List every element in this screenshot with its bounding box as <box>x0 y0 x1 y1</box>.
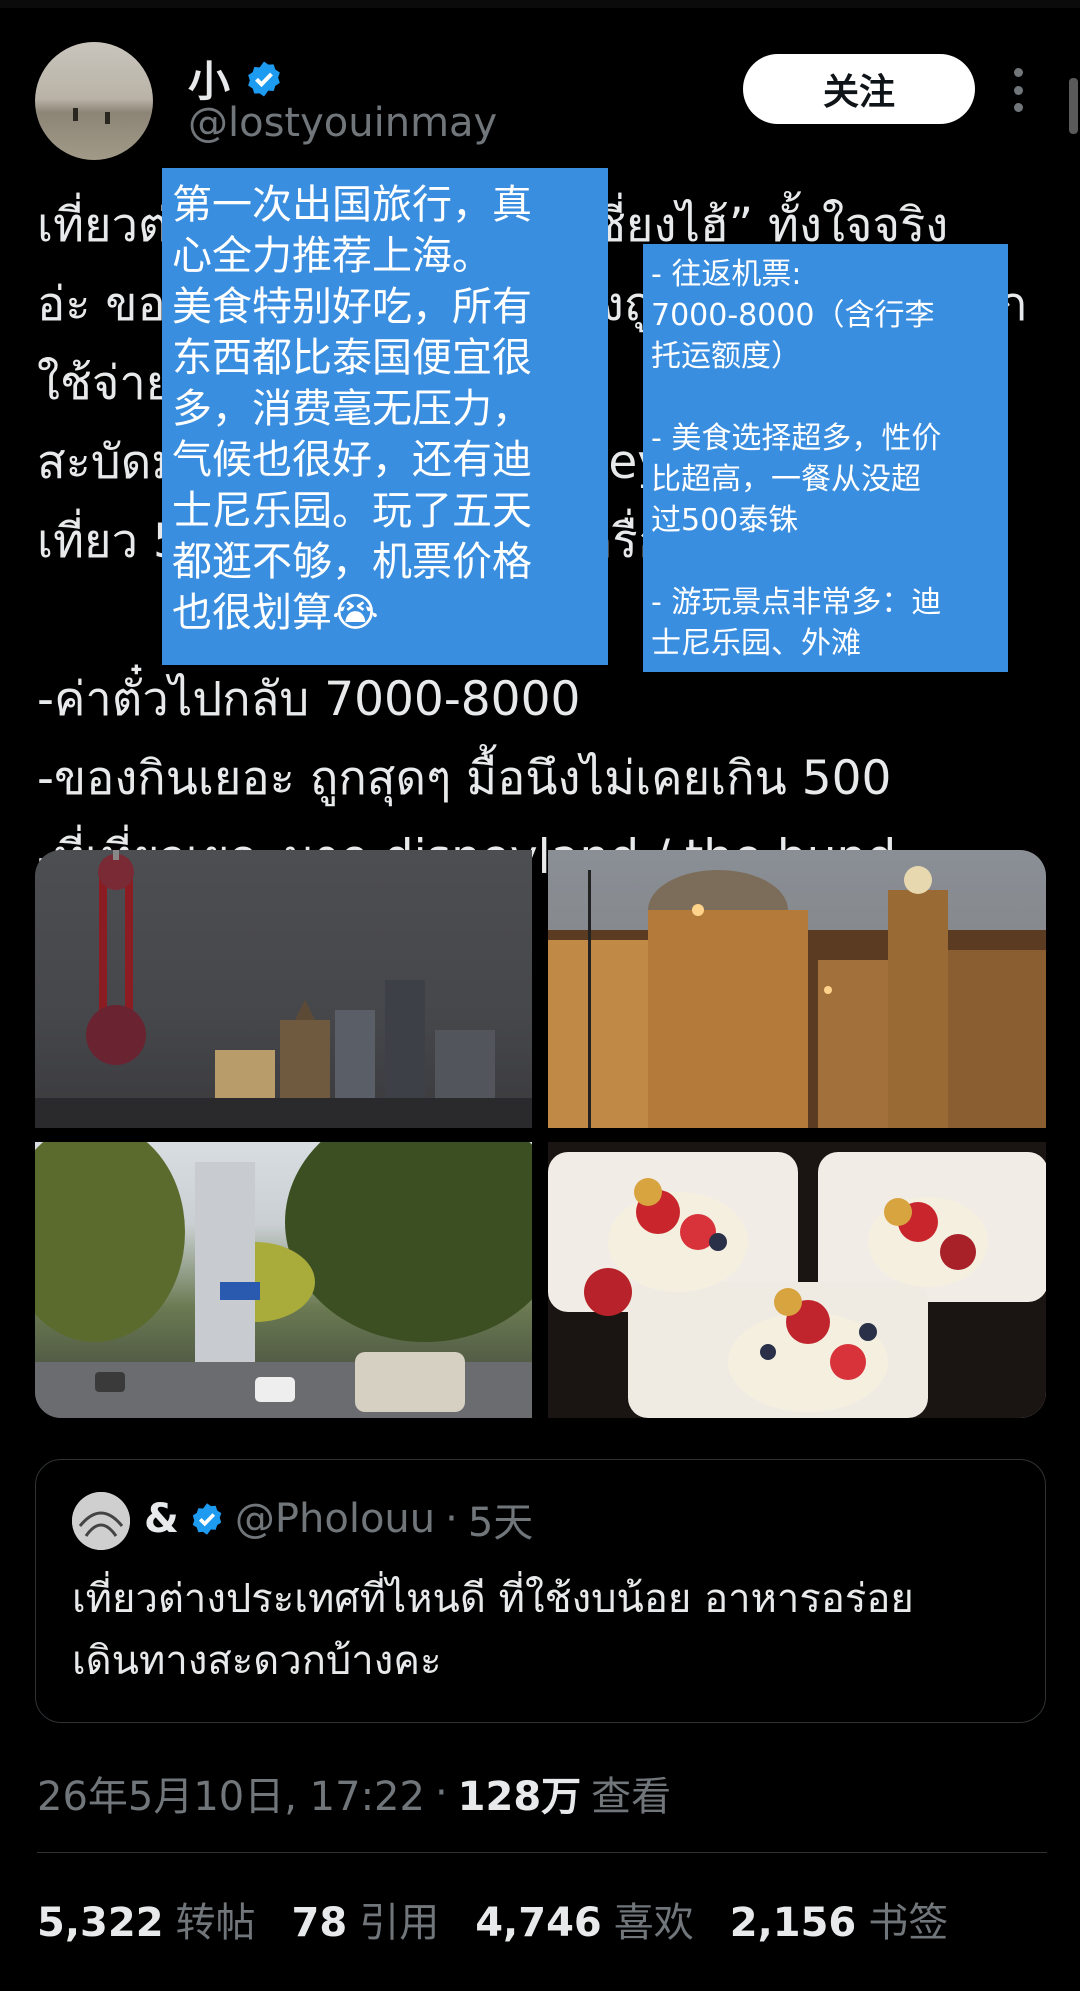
stat-label: 引用 <box>359 1900 440 1946</box>
stat-label: 书签 <box>868 1900 949 1946</box>
photo-pearl-tower[interactable] <box>35 850 532 1128</box>
stat-label: 转帖 <box>175 1900 256 1946</box>
photo-desserts[interactable] <box>548 1142 1046 1418</box>
quoted-header: & @Pholouu · 5天 <box>144 1490 533 1548</box>
follow-button[interactable]: 关注 <box>743 54 975 124</box>
views-count: 128万 <box>457 1774 582 1820</box>
stat-count: 5,322 <box>37 1900 164 1946</box>
views-label: 查看 <box>591 1774 672 1820</box>
avatar-figure <box>105 112 110 124</box>
quoted-text: เที่ยวต่างประเทศที่ไหนดี ที่ใช้งบน้อย อา… <box>72 1576 914 1684</box>
dot <box>1013 68 1023 77</box>
stat-bookmarks[interactable]: 2,156 书签 <box>730 1890 949 1948</box>
photo-street-image <box>35 1142 532 1418</box>
stat-quotes[interactable]: 78 引用 <box>292 1890 440 1948</box>
quoted-avatar-image <box>72 1492 130 1550</box>
quoted-author-name[interactable]: & <box>144 1496 179 1542</box>
author-handle[interactable]: @lostyouinmay <box>188 100 497 146</box>
quoted-author-avatar[interactable] <box>72 1492 130 1550</box>
photo-street[interactable] <box>35 1142 532 1418</box>
scrollbar[interactable] <box>1069 78 1078 134</box>
photo-grid <box>35 850 1046 1418</box>
author-avatar[interactable] <box>35 42 153 160</box>
avatar-figure <box>73 108 78 121</box>
stat-likes[interactable]: 4,746 喜欢 <box>475 1890 694 1948</box>
photo-the-bund-image <box>548 866 1046 1128</box>
tweet-datetime[interactable]: 26年5月10日, 17:22 <box>37 1764 425 1822</box>
quoted-timestamp[interactable]: 5天 <box>468 1490 533 1548</box>
stat-count: 4,746 <box>475 1900 602 1946</box>
translation-overlay-left: 第一次出国旅行，真 心全力推荐上海。 美食特别好吃，所有 东西都比泰国便宜很 多… <box>162 168 608 665</box>
separator-dot: · <box>434 1770 448 1816</box>
translation-overlay-right: - 往返机票: 7000-8000（含行李 托运额度） - 美食选择超多，性价 … <box>643 244 1008 672</box>
dot <box>1013 103 1023 112</box>
divider <box>37 1852 1047 1853</box>
stat-count: 2,156 <box>729 1900 857 1946</box>
stat-count: 78 <box>291 1900 348 1946</box>
dot <box>1013 85 1023 95</box>
photo-desserts-image <box>548 1142 1046 1418</box>
photo-the-bund[interactable] <box>548 850 1046 1128</box>
top-border <box>0 0 1080 8</box>
verified-badge-icon <box>248 61 280 96</box>
tweet-meta: 26年5月10日, 17:22 · 128万 查看 <box>37 1764 671 1822</box>
separator-dot: · <box>445 1496 458 1542</box>
stat-label: 喜欢 <box>613 1900 694 1946</box>
more-options-icon[interactable] <box>1010 68 1026 112</box>
photo-pearl-tower-image <box>35 850 532 1128</box>
engagement-stats: 5,322 转帖 78 引用 4,746 喜欢 2,156 书签 <box>37 1890 948 1948</box>
quoted-author-handle[interactable]: @Pholouu <box>235 1496 435 1542</box>
quoted-tweet[interactable]: & @Pholouu · 5天 เที่ยวต่างประเทศที่ไหนดี… <box>35 1459 1046 1723</box>
stat-reposts[interactable]: 5,322 转帖 <box>37 1890 256 1948</box>
verified-badge-icon <box>192 1503 222 1535</box>
